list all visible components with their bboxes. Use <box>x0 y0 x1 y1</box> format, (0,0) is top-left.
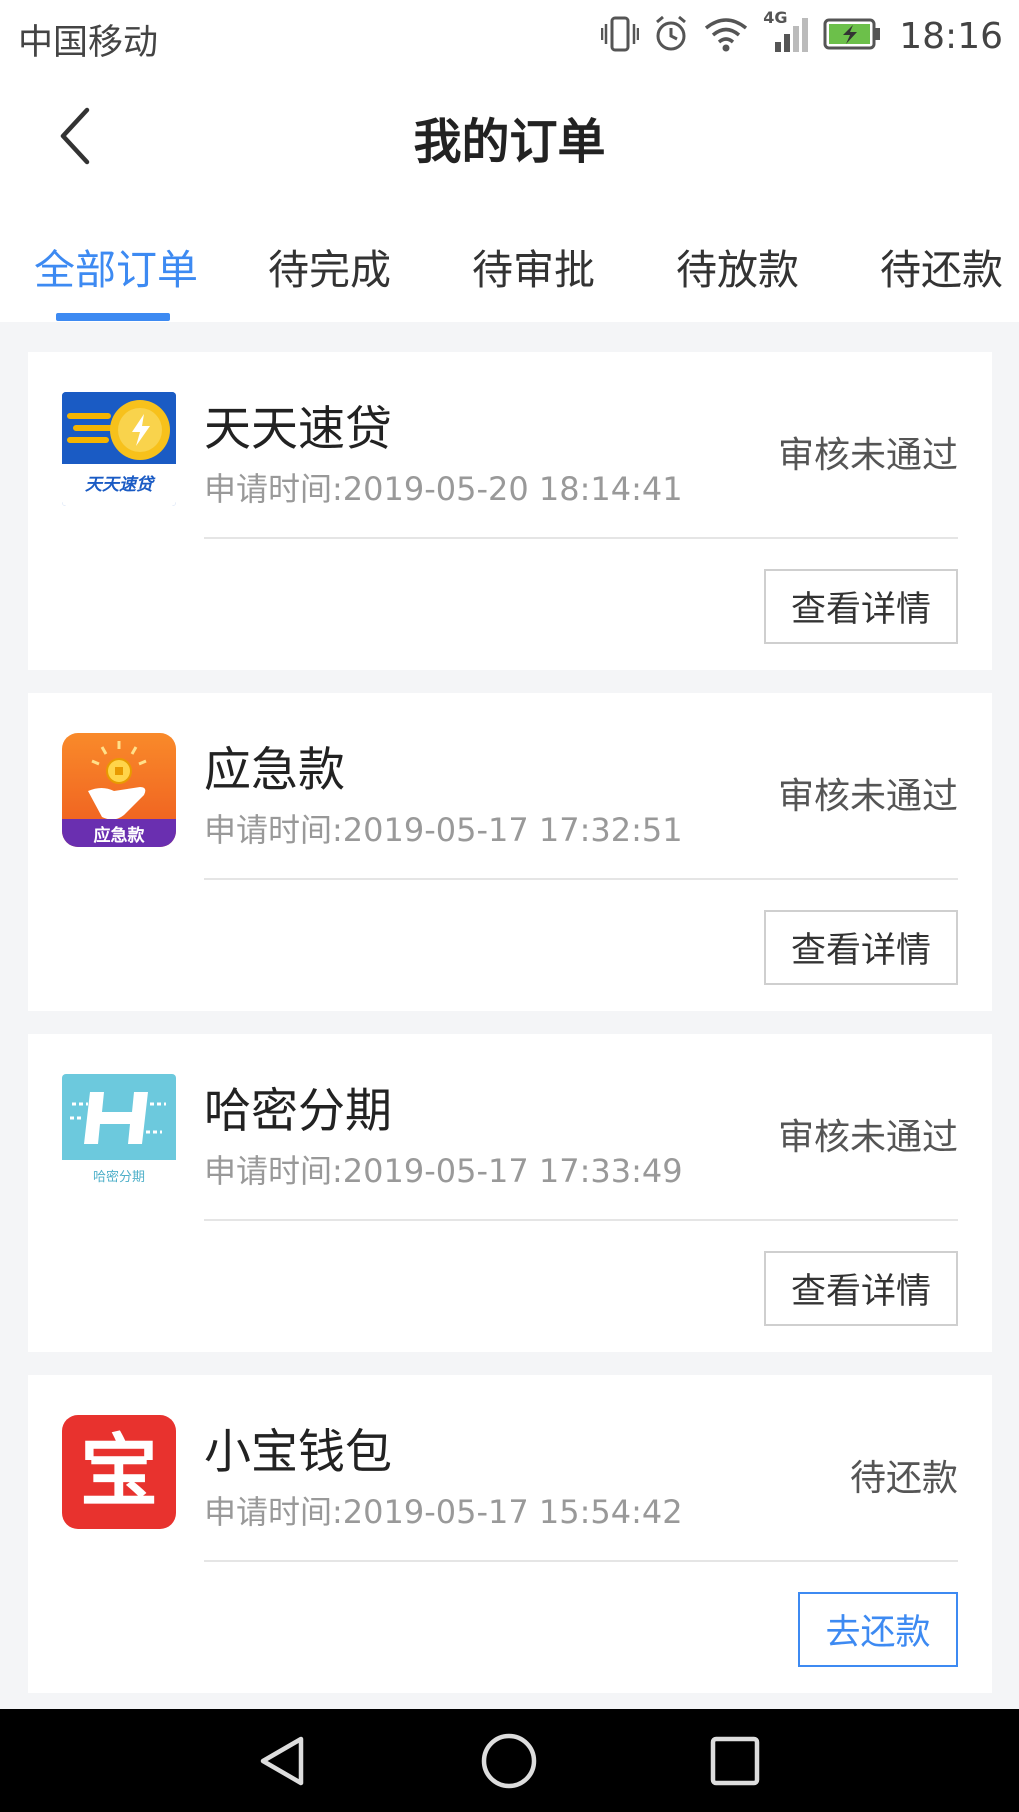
app-logo: 宝 <box>62 1415 176 1529</box>
status-bar: 中国移动 4G 18:16 <box>0 0 1019 72</box>
app-name: 哈密分期 <box>204 1084 392 1139</box>
view-details-button[interactable]: 查看详情 <box>764 1251 958 1326</box>
order-card: 应急款 应急款 申请时间:2019-05-17 17:32:51 审核未通过 查… <box>28 693 992 1011</box>
order-status: 待还款 <box>849 1458 958 1499</box>
card-divider <box>204 1219 958 1221</box>
nav-back-button[interactable] <box>250 1729 316 1793</box>
tab-all-orders[interactable]: 全部订单 <box>34 236 198 296</box>
tab-pending-repayment[interactable]: 待还款 <box>880 236 1003 296</box>
network-type-label: 4G <box>763 8 788 27</box>
order-tabs: 全部订单 待完成 待审批 待放款 待还款 <box>0 200 1019 322</box>
nav-recents-button[interactable] <box>702 1729 768 1793</box>
tab-pending-approval[interactable]: 待审批 <box>472 236 595 296</box>
go-repay-button[interactable]: 去还款 <box>798 1592 958 1667</box>
app-logo-caption: 哈密分期 <box>92 1170 145 1185</box>
app-logo: 哈密分期 <box>62 1074 176 1188</box>
active-tab-indicator <box>56 313 170 321</box>
page-title: 我的订单 <box>413 114 606 170</box>
cellular-signal-icon: 4G <box>763 8 809 58</box>
battery-charging-icon <box>823 17 881 55</box>
app-logo-caption: 应急款 <box>93 826 145 846</box>
nav-home-button[interactable] <box>476 1729 542 1793</box>
app-logo: 应急款 <box>62 733 176 847</box>
application-time: 申请时间:2019-05-20 18:14:41 <box>204 470 683 508</box>
app-name: 小宝钱包 <box>204 1425 392 1480</box>
bao-char-icon: 宝 <box>79 1427 158 1517</box>
tab-pending-completion[interactable]: 待完成 <box>268 236 391 296</box>
clock-time: 18:16 <box>899 15 1003 57</box>
card-divider <box>204 1560 958 1562</box>
order-status: 审核未通过 <box>777 435 958 476</box>
wifi-icon <box>703 14 749 58</box>
application-time: 申请时间:2019-05-17 15:54:42 <box>204 1493 683 1531</box>
triangle-back-icon <box>260 1736 304 1786</box>
view-details-button[interactable]: 查看详情 <box>764 910 958 985</box>
carrier-name: 中国移动 <box>18 23 159 63</box>
card-divider <box>204 878 958 880</box>
app-logo: 天天速贷 <box>62 392 176 506</box>
app-header: 我的订单 <box>0 72 1019 200</box>
app-name: 天天速贷 <box>204 402 392 457</box>
application-time: 申请时间:2019-05-17 17:32:51 <box>204 811 683 849</box>
circle-home-icon <box>481 1733 537 1789</box>
order-card: 哈密分期 哈密分期 申请时间:2019-05-17 17:33:49 审核未通过… <box>28 1034 992 1352</box>
status-icons: 4G 18:16 <box>601 8 1003 64</box>
system-nav-bar <box>0 1709 1019 1812</box>
order-card: 宝 小宝钱包 申请时间:2019-05-17 15:54:42 待还款 去还款 <box>28 1375 992 1693</box>
order-status: 审核未通过 <box>777 776 958 817</box>
app-name: 应急款 <box>204 743 345 798</box>
vibrate-icon <box>601 14 640 58</box>
square-recents-icon <box>710 1736 760 1786</box>
application-time: 申请时间:2019-05-17 17:33:49 <box>204 1152 683 1190</box>
card-divider <box>204 537 958 539</box>
alarm-icon <box>653 14 689 58</box>
tab-pending-disbursement[interactable]: 待放款 <box>676 236 799 296</box>
order-card: 天天速贷 天天速贷 申请时间:2019-05-20 18:14:41 审核未通过… <box>28 352 992 670</box>
order-status: 审核未通过 <box>777 1117 958 1158</box>
app-logo-caption: 天天速贷 <box>85 475 153 495</box>
view-details-button[interactable]: 查看详情 <box>764 569 958 644</box>
